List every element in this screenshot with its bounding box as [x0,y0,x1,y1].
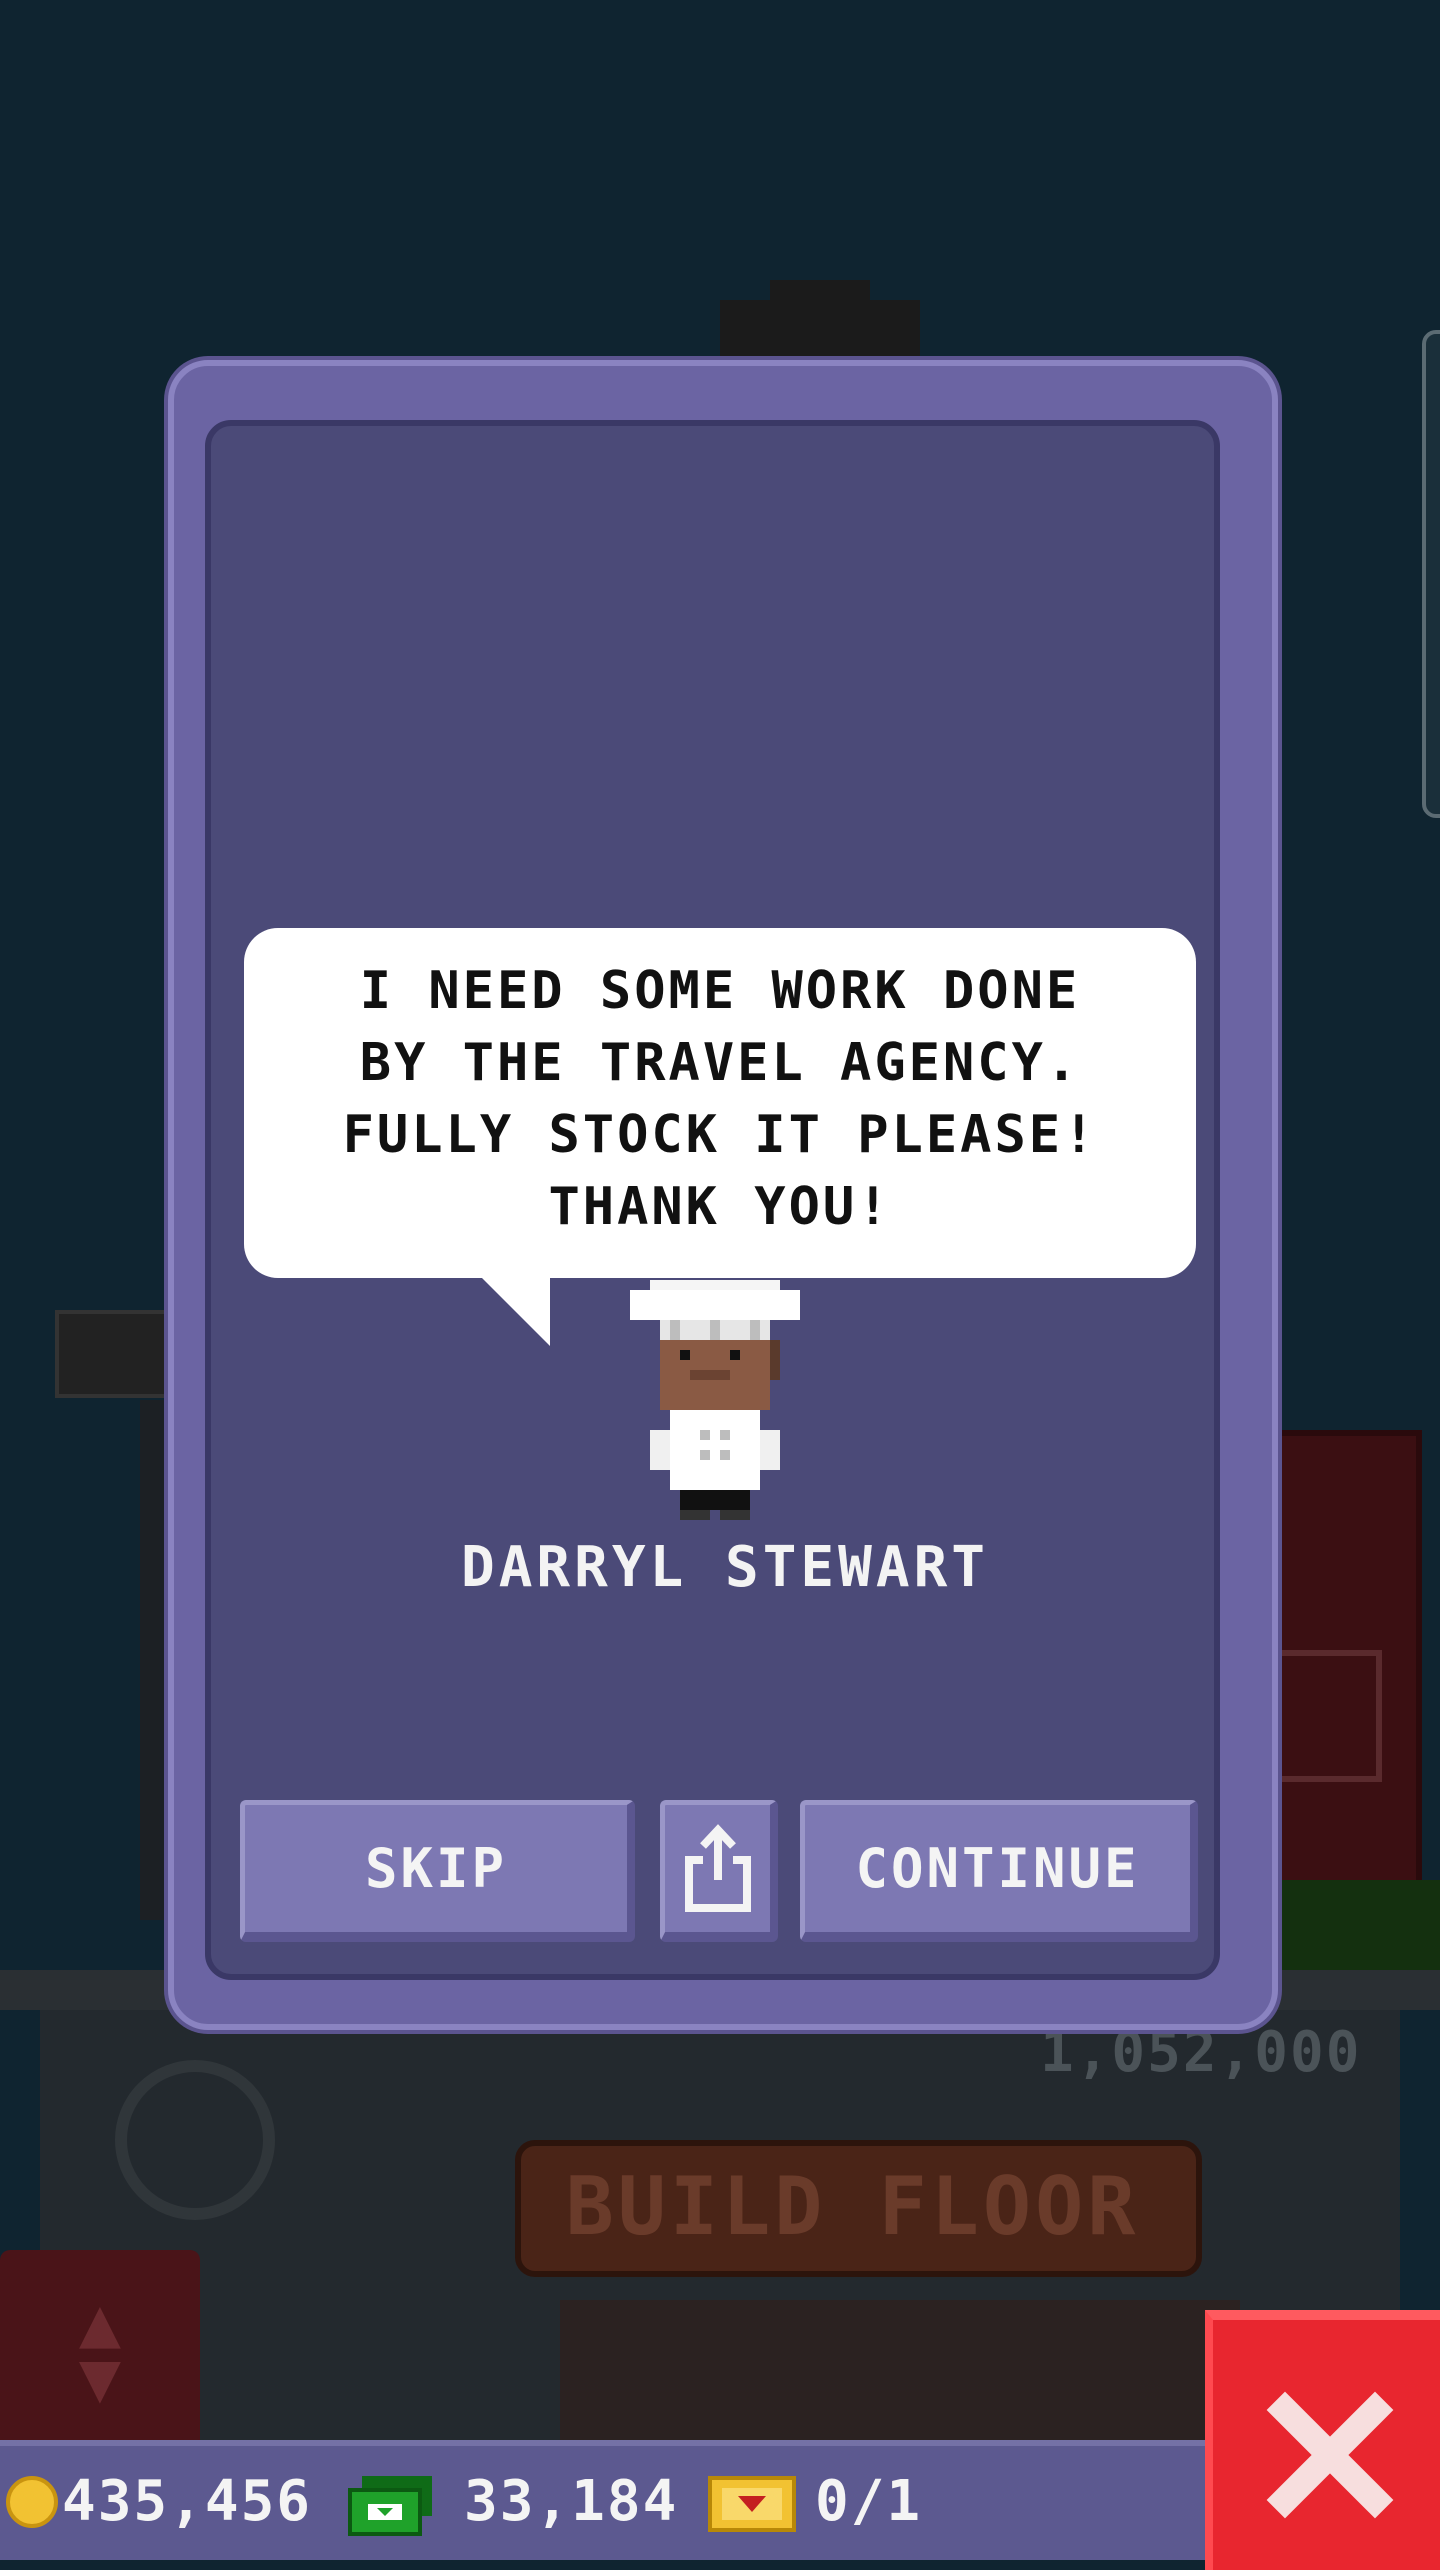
vip-count: 0/1 [815,2469,923,2534]
coins-count: 435,456 [62,2469,313,2534]
continue-button[interactable]: CONTINUE [800,1800,1198,1942]
speech-bubble-tail [480,1276,550,1346]
coin-icon [6,2476,58,2528]
character-name: DARRYL STEWART [460,1535,989,1600]
share-icon [684,1823,751,1912]
continue-button-label: CONTINUE [855,1837,1140,1900]
gear-icon [115,2060,275,2220]
tower-bux-icon [348,2476,432,2536]
grass [1270,1880,1440,1970]
vip-ticket-icon [708,2476,796,2532]
share-button[interactable] [660,1800,778,1942]
skip-button[interactable]: SKIP [240,1800,635,1942]
barn-door [1270,1650,1382,1782]
skip-button-label: SKIP [364,1837,508,1900]
construction-workers [560,2300,1240,2440]
tower-bux-count: 33,184 [464,2469,679,2534]
side-scroll-panel [1422,330,1440,818]
billboard [55,1310,183,1398]
speech-message: I NEED SOME WORK DONE BY THE TRAVEL AGEN… [342,961,1098,1237]
up-down-arrows-icon: ▲ ▼ [78,2281,122,2418]
chef-character-icon [630,1280,800,1520]
build-price: 1,052,000 [1040,2020,1362,2085]
build-floor-label: BUILD FLOOR [565,2160,1140,2253]
close-icon [1266,2391,1394,2519]
